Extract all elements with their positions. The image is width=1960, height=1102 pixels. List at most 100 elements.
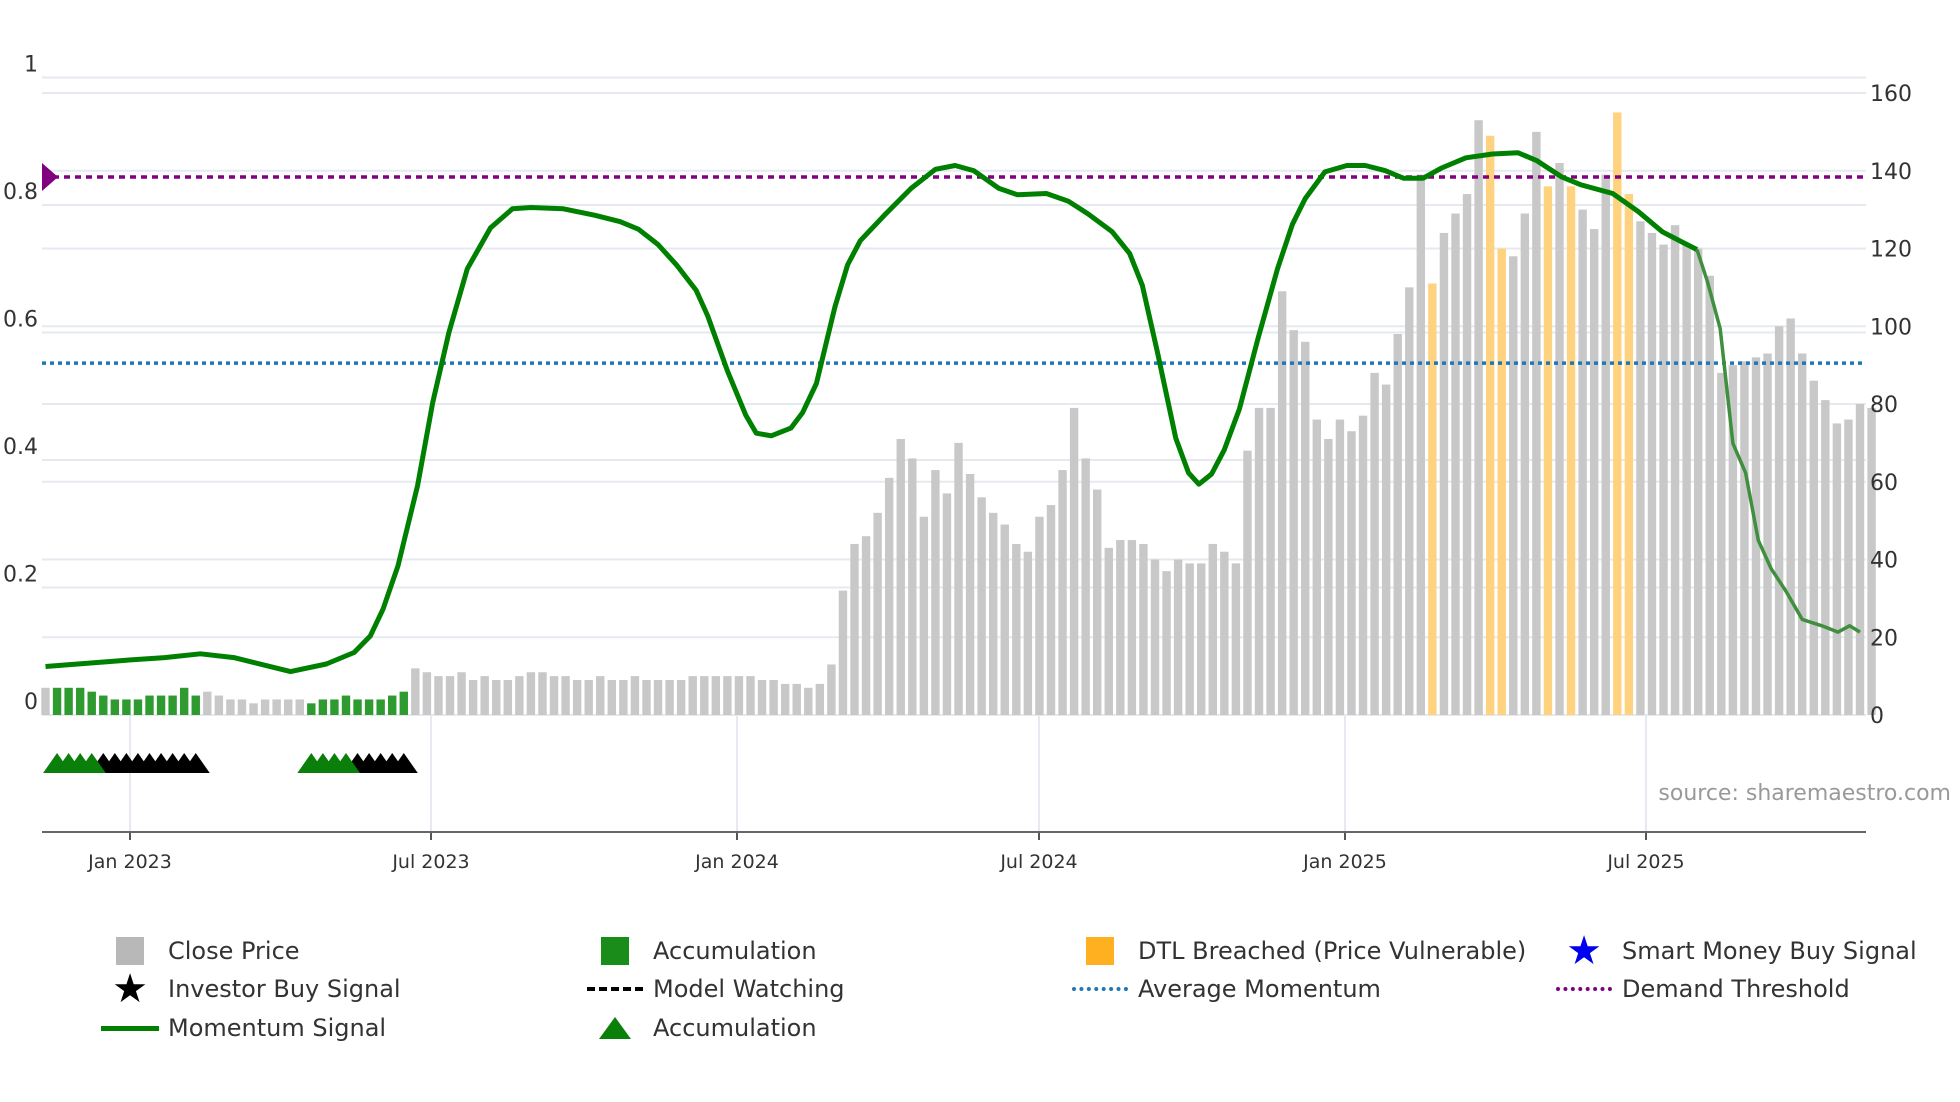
close-price-bar <box>1809 380 1818 715</box>
green-square-icon <box>585 936 645 966</box>
accumulation-bar <box>133 699 143 715</box>
accumulation-bar <box>191 695 200 715</box>
legend-label: Close Price <box>168 937 300 965</box>
close-price-bar <box>1289 330 1298 715</box>
close-price-bar <box>1647 232 1657 715</box>
close-price-bar <box>1000 524 1009 715</box>
close-price-bar <box>480 676 489 715</box>
close-price-bar <box>896 438 905 715</box>
close-price-bar <box>260 699 270 715</box>
close-price-bar <box>607 680 617 715</box>
close-price-bar <box>1855 404 1865 715</box>
legend-demand-threshold[interactable]: Demand Threshold <box>1554 974 1850 1004</box>
close-price-bar <box>1243 450 1252 715</box>
close-price-bar <box>1509 256 1518 715</box>
close-price-bar <box>1578 209 1587 715</box>
right-axis-label: 80 <box>1870 393 1898 418</box>
legend-average-momentum[interactable]: Average Momentum <box>1070 974 1381 1004</box>
close-price-bar <box>1358 415 1368 715</box>
close-price-bar <box>642 680 651 715</box>
close-price-bar <box>1139 543 1148 715</box>
close-price-bar <box>1127 540 1137 715</box>
close-price-bar <box>1682 244 1691 716</box>
close-price-bar <box>619 680 628 715</box>
close-price-bar <box>549 676 559 715</box>
close-price-bar <box>792 683 801 715</box>
close-price-bar <box>711 676 721 715</box>
legend-label: Momentum Signal <box>168 1014 387 1042</box>
accumulation-bar <box>122 699 131 715</box>
blue-dotted-line-icon <box>1070 974 1130 1004</box>
x-tick-label: Jul 2023 <box>391 851 469 873</box>
close-price-bar <box>884 477 894 715</box>
dtl-breached-bar <box>1543 186 1553 716</box>
close-price-bar <box>1370 372 1379 715</box>
close-price-bar <box>1821 400 1830 715</box>
close-price-bar <box>1381 384 1391 715</box>
close-price-bar <box>1474 120 1483 715</box>
legend-smart-money-buy-signal[interactable]: ★ Smart Money Buy Signal <box>1554 928 1917 974</box>
accumulation-bar <box>179 687 189 715</box>
legend-label: Investor Buy Signal <box>168 975 401 1003</box>
close-price-bar <box>1093 489 1102 715</box>
right-axis-label: 140 <box>1870 160 1912 185</box>
legend-label: DTL Breached (Price Vulnerable) <box>1138 937 1527 965</box>
close-price-bar <box>295 699 304 715</box>
legend-investor-buy-signal[interactable]: ★ Investor Buy Signal <box>100 966 401 1012</box>
accumulation-bar <box>353 699 362 715</box>
close-price-bar <box>249 703 258 715</box>
close-price-bar <box>1717 372 1726 715</box>
close-price-bar <box>723 676 732 715</box>
close-price-bar <box>422 672 432 715</box>
close-price-bar <box>1462 194 1472 715</box>
legend-momentum-signal[interactable]: Momentum Signal <box>100 1013 386 1043</box>
left-axis-label: 0 <box>24 690 38 715</box>
close-price-bar <box>1185 563 1194 715</box>
accumulation-bar <box>87 691 96 715</box>
accumulation-bar <box>168 695 177 715</box>
dtl-breached-bar <box>1485 135 1495 715</box>
close-price-bar <box>908 458 917 715</box>
close-price-bar <box>1601 174 1610 715</box>
close-price-bar <box>1705 275 1714 715</box>
close-price-bar <box>503 680 512 715</box>
dtl-breached-bar <box>1613 112 1622 715</box>
close-price-bar <box>1324 438 1333 715</box>
close-price-bar <box>1035 516 1044 715</box>
legend-accumulation-bar[interactable]: Accumulation <box>585 936 817 966</box>
close-price-bar <box>584 680 593 715</box>
legend-dtl-breached[interactable]: DTL Breached (Price Vulnerable) <box>1070 936 1526 966</box>
close-price-bar <box>989 512 998 715</box>
close-price-bar <box>1104 547 1113 715</box>
left-axis-label: 1 <box>24 53 38 78</box>
close-price-bar <box>226 699 235 715</box>
close-price-bar <box>434 676 443 715</box>
close-price-bar <box>804 687 813 715</box>
close-price-bar <box>284 699 293 715</box>
legend-model-watching[interactable]: Model Watching <box>585 974 845 1004</box>
close-price-bar <box>1347 431 1356 715</box>
close-price-bar <box>492 680 501 715</box>
close-price-bar <box>769 680 778 715</box>
green-line-icon <box>100 1013 160 1043</box>
x-tick-label: Jan 2025 <box>1302 851 1387 873</box>
close-price-bar <box>1451 213 1460 715</box>
dtl-breached-bar <box>1428 283 1437 715</box>
close-price-bar <box>526 672 536 715</box>
legend-accumulation-signal[interactable]: Accumulation <box>585 1013 817 1043</box>
close-price-bar <box>1301 341 1310 715</box>
right-axis-label: 120 <box>1870 238 1912 263</box>
close-price-bar <box>838 590 848 715</box>
close-price-bar <box>237 699 247 715</box>
close-price-bar <box>1173 559 1183 715</box>
close-price-bar <box>931 470 940 715</box>
close-price-bar <box>977 497 986 715</box>
close-price-bar <box>1405 287 1414 715</box>
close-price-bar <box>1335 419 1345 715</box>
close-price-bar <box>954 442 963 715</box>
close-price-bar <box>596 676 605 715</box>
legend-close-price[interactable]: Close Price <box>100 936 300 966</box>
x-tick-label: Jan 2023 <box>87 851 172 873</box>
momentum-signal-line <box>45 150 1699 675</box>
close-price-bar <box>1532 131 1541 715</box>
